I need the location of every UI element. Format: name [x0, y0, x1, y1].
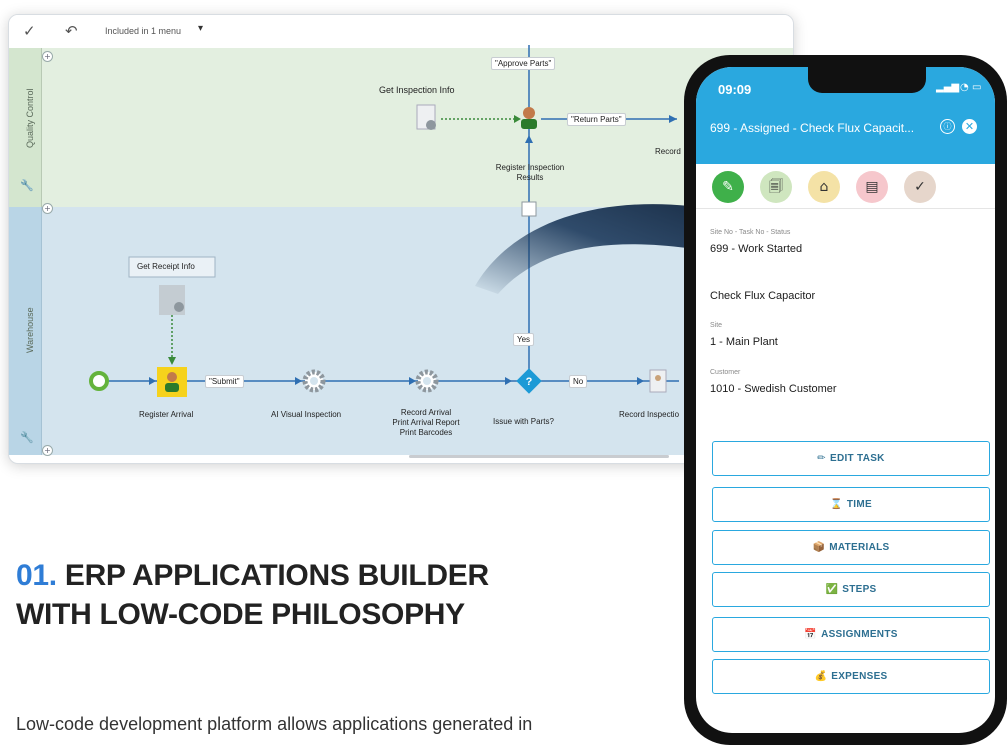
arrow-head: [525, 135, 533, 143]
info-icon[interactable]: ⓘ: [940, 119, 955, 134]
section-description: Low-code development platform allows app…: [16, 714, 533, 734]
record-arrival-line: Record Arrival: [400, 408, 452, 417]
mobile-phone-mockup: 09:09 ▂▄▆ ◔ ▭ 699 - Assigned - Check Flu…: [684, 55, 1007, 745]
task-title: 699 - Assigned - Check Flux Capacit...: [710, 121, 915, 135]
time-button[interactable]: ⌛ TIME: [712, 487, 990, 522]
horizontal-scrollbar[interactable]: [409, 455, 669, 458]
gear-icon: [426, 120, 436, 130]
gear-icon: [302, 369, 326, 393]
signal-icon: ▂▄▆: [936, 82, 960, 93]
field-value-customer: 1010 - Swedish Customer: [710, 383, 837, 395]
question-mark: ?: [526, 376, 533, 388]
flow-label-approve-parts[interactable]: "Approve Parts": [491, 57, 556, 70]
node-label-register-inspection-results[interactable]: Register Inspection Results: [487, 163, 573, 183]
node-label-get-inspection-info[interactable]: Get Inspection Info: [379, 85, 455, 95]
assignments-button[interactable]: 📅 ASSIGNMENTS: [712, 617, 990, 652]
node-label-issue-with-parts[interactable]: Issue with Parts?: [493, 417, 554, 427]
node-label-ai-visual-inspection[interactable]: AI Visual Inspection: [271, 410, 341, 420]
gear-icon: [415, 369, 439, 393]
status-time: 09:09: [718, 82, 752, 97]
field-value-site: 1 - Main Plant: [710, 336, 778, 348]
field-value-status: 699 - Work Started: [710, 243, 803, 255]
button-label: MATERIALS: [829, 542, 890, 553]
section-title: ERP APPLICATIONS BUILDER WITH LOW-CODE P…: [16, 559, 489, 631]
steps-button[interactable]: ✅ STEPS: [712, 572, 990, 607]
task-action-bar: ✎ 🗐 ⌂ ▤ ✓: [696, 164, 995, 209]
user-icon: [523, 107, 535, 119]
user-icon: [167, 372, 177, 382]
wifi-icon: ◔: [960, 82, 969, 93]
node-label-record-arrival[interactable]: Record Arrival Print Arrival Report Prin…: [381, 408, 471, 438]
battery-icon: ▭: [972, 82, 982, 93]
location-icon[interactable]: ⌂: [808, 171, 840, 203]
flow-label-no[interactable]: No: [569, 375, 588, 388]
button-label: EDIT TASK: [829, 453, 885, 464]
edit-details-icon[interactable]: ✎: [712, 171, 744, 203]
start-node: [89, 371, 109, 391]
check-box-icon: ✅: [825, 584, 839, 595]
button-label: TIME: [846, 499, 872, 510]
field-label-task: Site No - Task No - Status: [710, 229, 791, 236]
field-label-customer: Customer: [710, 369, 741, 376]
section-number: 01.: [16, 559, 57, 592]
arrow-head: [637, 377, 644, 385]
button-label: EXPENSES: [831, 671, 888, 682]
section-heading: 01. ERP APPLICATIONS BUILDER WITH LOW-CO…: [16, 556, 496, 634]
node-label-record[interactable]: Record: [655, 147, 681, 157]
arrow-head: [669, 115, 677, 123]
hourglass-icon: ⌛: [830, 499, 843, 510]
close-icon[interactable]: ✕: [962, 119, 977, 134]
gear-icon: [174, 302, 184, 312]
arrow-head: [409, 377, 416, 385]
node-label-record-inspection[interactable]: Record Inspectio: [619, 410, 679, 420]
calendar-icon: 📅: [804, 629, 818, 640]
phone-screen: 09:09 ▂▄▆ ◔ ▭ 699 - Assigned - Check Flu…: [696, 67, 995, 733]
node-label-get-receipt-info[interactable]: Get Receipt Info: [137, 262, 195, 272]
money-bag-icon: 💰: [814, 671, 828, 682]
field-label-site: Site: [710, 322, 723, 329]
arrow-head: [168, 357, 176, 365]
expenses-button[interactable]: 💰 EXPENSES: [712, 659, 990, 694]
flow-label-return-parts[interactable]: "Return Parts": [567, 113, 626, 126]
user-icon-body: [521, 119, 537, 129]
notes-icon[interactable]: 🗐: [760, 171, 792, 203]
document-icon[interactable]: ▤: [856, 171, 888, 203]
arrow-head: [505, 377, 512, 385]
arrow-head: [149, 377, 156, 385]
arrow-head: [295, 377, 302, 385]
flow-label-submit[interactable]: "Submit": [205, 375, 244, 388]
field-value-description: Check Flux Capacitor: [710, 290, 816, 302]
print-arrival-report-line: Print Arrival Report: [392, 418, 460, 427]
arrow-head: [514, 115, 521, 123]
node-label-register-arrival[interactable]: Register Arrival: [139, 410, 193, 420]
button-label: STEPS: [842, 584, 877, 595]
phone-notch: [808, 67, 926, 93]
checkmark-icon[interactable]: ✓: [904, 171, 936, 203]
button-label: ASSIGNMENTS: [821, 629, 898, 640]
edit-task-button[interactable]: ✏ EDIT TASK: [712, 441, 990, 476]
pencil-icon: ✏: [817, 453, 826, 464]
package-icon: 📦: [812, 542, 826, 553]
flow-label-yes[interactable]: Yes: [513, 333, 535, 346]
print-barcodes-line: Print Barcodes: [399, 428, 453, 437]
user-icon-body: [165, 383, 179, 392]
materials-button[interactable]: 📦 MATERIALS: [712, 530, 990, 565]
